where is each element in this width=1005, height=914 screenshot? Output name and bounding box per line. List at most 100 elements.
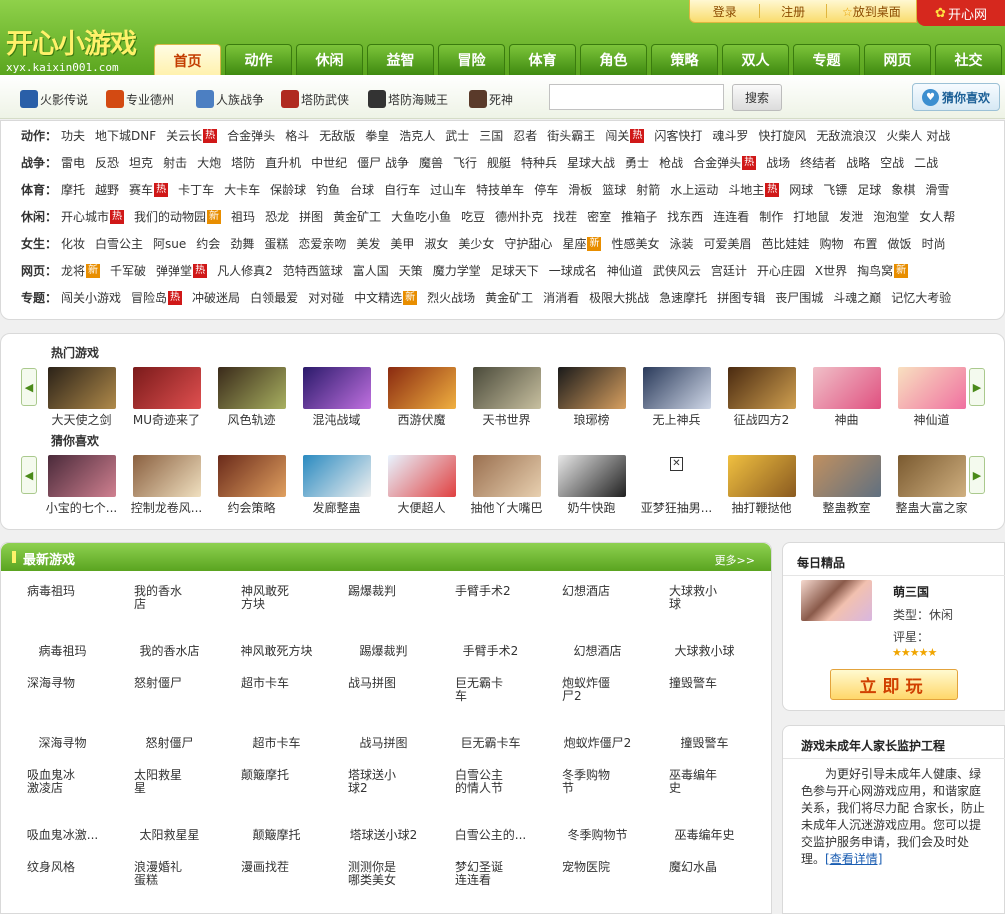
category-link[interactable]: 二战 [914, 154, 938, 171]
category-link[interactable]: 守护甜心 [504, 235, 552, 252]
category-link[interactable]: 制作 [759, 208, 783, 225]
site-logo[interactable]: 开心小游戏 xyx.kaixin001.com [6, 22, 137, 74]
category-link[interactable]: 闪客快打 [654, 127, 702, 144]
game-link[interactable]: 炮蚁炸僵尸2 [544, 737, 651, 750]
category-link[interactable]: 雷电 [61, 154, 85, 171]
game-link[interactable]: 炮蚁炸僵尸2 [544, 677, 651, 703]
game-thumbnail[interactable] [387, 367, 456, 409]
game-link[interactable]: 我的香水店 [116, 645, 223, 658]
category-link[interactable]: 开心庄园 [757, 262, 805, 279]
category-link[interactable]: 弹弹堂热 [156, 262, 208, 279]
category-link[interactable]: 越野 [95, 181, 119, 198]
category-link[interactable]: 武侠风云 [653, 262, 701, 279]
game-thumb[interactable]: 神仙道 [889, 367, 974, 428]
game-link[interactable]: 撞毁警车 [651, 677, 758, 703]
category-link[interactable]: 美甲 [390, 235, 414, 252]
game-thumb[interactable]: 混沌战域 [294, 367, 379, 428]
game-thumb[interactable]: 整蛊教室 [804, 455, 889, 516]
game-thumb[interactable]: 风色轨迹 [209, 367, 294, 428]
login-link[interactable]: 登录 [690, 3, 759, 20]
category-link[interactable]: 祖玛 [231, 208, 255, 225]
game-thumbnail[interactable] [47, 367, 116, 409]
category-link[interactable]: 可爱美眉 [703, 235, 751, 252]
category-link[interactable]: 购物 [820, 235, 844, 252]
category-link[interactable]: 美少女 [458, 235, 494, 252]
category-link[interactable]: 白领最爱 [250, 289, 298, 306]
category-link[interactable]: 闯关小游戏 [61, 289, 121, 306]
game-name[interactable]: 小宝的七个... [39, 499, 124, 516]
game-thumb[interactable]: MU奇迹来了 [124, 367, 209, 428]
category-link[interactable]: 龙将新 [61, 262, 101, 279]
game-name[interactable]: 控制龙卷风... [124, 499, 209, 516]
game-name[interactable]: 西游伏魔 [379, 411, 464, 428]
nav-tab[interactable]: 休闲 [296, 44, 363, 75]
game-name[interactable]: 抽他丫大嘴巴 [464, 499, 549, 516]
game-thumbnail[interactable]: ✕ [642, 455, 711, 497]
game-link[interactable]: 太阳救星星 [116, 829, 223, 842]
category-link[interactable]: 斗魂之巅 [833, 289, 881, 306]
category-link[interactable]: 一球成名 [549, 262, 597, 279]
game-thumb[interactable]: 大便超人 [379, 455, 464, 516]
category-link[interactable]: 大炮 [197, 154, 221, 171]
nav-tab[interactable]: 体育 [509, 44, 576, 75]
category-link[interactable]: 滑雪 [925, 181, 949, 198]
game-name[interactable]: 天书世界 [464, 411, 549, 428]
quick-link[interactable]: 火影传说 [20, 90, 88, 108]
category-link[interactable]: 开心城市热 [61, 208, 125, 225]
add-to-desktop-link[interactable]: ☆放到桌面 [827, 3, 916, 20]
category-link[interactable]: 消消看 [543, 289, 579, 306]
game-name[interactable]: MU奇迹来了 [124, 411, 209, 428]
category-link[interactable]: 冲破迷局 [192, 289, 240, 306]
category-link[interactable]: 战场 [766, 154, 790, 171]
category-link[interactable]: 武士 [445, 127, 469, 144]
category-link[interactable]: 约会 [196, 235, 220, 252]
category-link[interactable]: 地下城DNF [95, 127, 156, 144]
category-link[interactable]: 密室 [587, 208, 611, 225]
category-link[interactable]: 极限大挑战 [589, 289, 649, 306]
game-link[interactable]: 大球救小球 [651, 585, 758, 611]
category-link[interactable]: 无敌流浪汉 [816, 127, 876, 144]
category-link[interactable]: X世界 [815, 262, 847, 279]
category-link[interactable]: 快打旋风 [758, 127, 806, 144]
game-thumb[interactable]: ✕ 亚梦狂抽男... [634, 455, 719, 516]
game-thumb[interactable]: 征战四方2 [719, 367, 804, 428]
category-link[interactable]: 范特西篮球 [283, 262, 343, 279]
category-link[interactable]: 记忆大考验 [891, 289, 951, 306]
category-link[interactable]: 急速摩托 [659, 289, 707, 306]
category-link[interactable]: 找东西 [667, 208, 703, 225]
category-link[interactable]: 僵尸 战争 [357, 154, 409, 171]
category-link[interactable]: 火柴人 对战 [886, 127, 950, 144]
game-name[interactable]: 征战四方2 [719, 411, 804, 428]
category-link[interactable]: 蛋糕 [264, 235, 288, 252]
category-link[interactable]: 保龄球 [270, 181, 306, 198]
category-link[interactable]: 星座新 [562, 235, 602, 252]
game-name[interactable]: 约会策略 [209, 499, 294, 516]
game-name[interactable]: 整蛊教室 [804, 499, 889, 516]
game-link[interactable]: 怒射僵尸 [116, 677, 223, 703]
category-link[interactable]: 台球 [350, 181, 374, 198]
category-link[interactable]: 水上运动 [670, 181, 718, 198]
category-link[interactable]: 闯关热 [605, 127, 645, 144]
category-link[interactable]: 吃豆 [461, 208, 485, 225]
category-link[interactable]: 富人国 [353, 262, 389, 279]
category-link[interactable]: 终结者 [800, 154, 836, 171]
game-link[interactable]: 幻想酒店 [544, 645, 651, 658]
game-link[interactable]: 颠簸摩托 [223, 829, 330, 842]
category-link[interactable]: 塔防 [231, 154, 255, 171]
game-link[interactable]: 塔球送小球2 [330, 829, 437, 842]
category-link[interactable]: 特技单车 [476, 181, 524, 198]
game-name[interactable]: 神仙道 [889, 411, 974, 428]
game-thumb[interactable]: 西游伏魔 [379, 367, 464, 428]
game-thumbnail[interactable] [302, 455, 371, 497]
game-name[interactable]: 发廊整蛊 [294, 499, 379, 516]
nav-tab[interactable]: 专题 [793, 44, 860, 75]
category-link[interactable]: 时尚 [922, 235, 946, 252]
category-link[interactable]: 黄金矿工 [485, 289, 533, 306]
category-link[interactable]: 射箭 [636, 181, 660, 198]
quick-link[interactable]: 人族战争 [196, 90, 264, 108]
category-link[interactable]: 烈火战场 [427, 289, 475, 306]
game-thumbnail[interactable] [812, 367, 881, 409]
category-link[interactable]: 中文精选新 [354, 289, 418, 306]
game-thumbnail[interactable] [897, 367, 966, 409]
game-link[interactable]: 巫毒编年史 [651, 829, 758, 842]
